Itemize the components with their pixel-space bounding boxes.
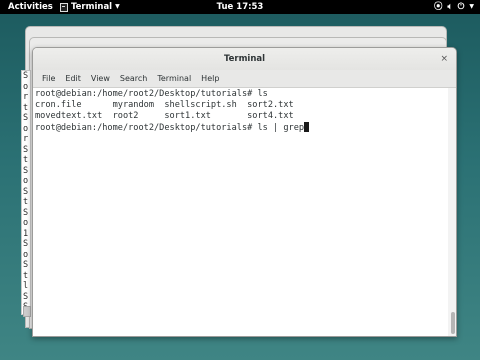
background-char: t	[23, 197, 29, 207]
terminal-input: root@debian:/home/root2/Desktop/tutorial…	[35, 123, 305, 133]
title-bar[interactable]: Terminal ×	[33, 48, 456, 70]
background-char: S	[23, 239, 29, 249]
power-icon: ⏻	[457, 2, 465, 12]
background-char: S	[23, 144, 29, 155]
text-cursor	[304, 122, 310, 132]
background-char: o	[23, 249, 29, 260]
background-char: S	[23, 113, 29, 123]
menu-file[interactable]: File	[37, 74, 60, 83]
menu-edit[interactable]: Edit	[60, 74, 86, 83]
background-char: o	[23, 123, 29, 134]
background-char: S	[23, 186, 29, 197]
background-char: o	[23, 176, 29, 186]
window-title: Terminal	[223, 54, 266, 64]
accessibility-icon[interactable]: ⦿	[434, 1, 443, 13]
background-char: t	[23, 270, 29, 281]
background-char: o	[23, 81, 29, 92]
background-char: S	[23, 291, 29, 302]
background-scrollbar[interactable]	[23, 306, 31, 317]
background-char: 1	[23, 228, 29, 239]
background-terminal-content: SortSorStSoStSo1SoStlSS	[21, 70, 31, 315]
background-char: t	[23, 102, 29, 113]
menu-help[interactable]: Help	[196, 74, 224, 83]
background-char: o	[23, 218, 29, 228]
close-icon[interactable]: ×	[440, 48, 448, 70]
background-char: r	[23, 134, 29, 144]
terminal-line: root@debian:/home/root2/Desktop/tutorial…	[35, 89, 268, 99]
terminal-line: movedtext.txt root2 sort1.txt sort4.txt	[35, 111, 294, 121]
background-char: S	[23, 260, 29, 270]
background-char: S	[23, 71, 29, 81]
background-char: S	[23, 207, 29, 218]
menu-terminal[interactable]: Terminal	[152, 74, 196, 83]
status-area[interactable]: ⦿ 🔈︎ ⏻ ▼	[434, 1, 474, 13]
background-char: l	[23, 281, 29, 291]
terminal-prompt-line: root@debian:/home/root2/Desktop/tutorial…	[35, 122, 448, 134]
menu-search[interactable]: Search	[115, 74, 152, 83]
terminal-window[interactable]: Terminal × File Edit View Search Termina…	[32, 47, 457, 337]
menu-bar: File Edit View Search Terminal Help	[33, 70, 456, 88]
background-char: t	[23, 155, 29, 165]
top-bar: Activities Terminal ▼ Tue 17:53 ⦿ 🔈︎ ⏻ ▼	[0, 0, 480, 14]
clock[interactable]: Tue 17:53	[0, 1, 480, 13]
scrollbar[interactable]	[448, 88, 456, 336]
background-char: S	[23, 165, 29, 176]
terminal-output[interactable]: root@debian:/home/root2/Desktop/tutorial…	[33, 88, 448, 336]
terminal-line: cron.file myrandom shellscript.sh sort2.…	[35, 100, 294, 110]
chevron-down-icon: ▼	[469, 3, 474, 10]
volume-icon: 🔈︎	[447, 2, 453, 12]
scrollbar-thumb[interactable]	[451, 312, 455, 334]
menu-view[interactable]: View	[86, 74, 115, 83]
background-char: r	[23, 92, 29, 102]
